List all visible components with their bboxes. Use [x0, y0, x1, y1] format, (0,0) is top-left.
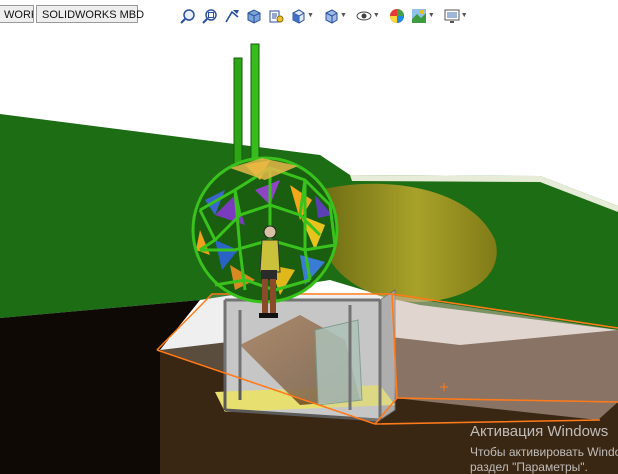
view-orientation-icon[interactable]	[290, 8, 306, 24]
windows-activation-watermark-line: раздел "Параметры".	[470, 460, 588, 474]
chevron-down-icon[interactable]: ▼	[428, 8, 435, 24]
hide-show-items-icon[interactable]	[356, 8, 372, 24]
windows-activation-watermark-line: Чтобы активировать Windo	[470, 445, 618, 459]
zoom-to-fit-icon[interactable]	[180, 8, 196, 24]
dynamic-annotation-icon[interactable]	[268, 8, 284, 24]
heads-up-view-toolbar: ▼ ▼ ▼ ▼ ▼	[180, 7, 471, 25]
chevron-down-icon[interactable]: ▼	[340, 8, 347, 24]
tab-solidworks-mbd[interactable]: SOLIDWORKS MBD	[36, 5, 144, 23]
zoom-to-area-icon[interactable]	[202, 8, 218, 24]
tab-solidworks-addins[interactable]: WORKS	[0, 5, 34, 23]
chevron-down-icon[interactable]: ▼	[307, 8, 314, 24]
previous-view-icon[interactable]	[224, 8, 240, 24]
apply-scene-icon[interactable]	[411, 8, 427, 24]
section-view-icon[interactable]	[246, 8, 262, 24]
view-settings-icon[interactable]	[444, 8, 460, 24]
chevron-down-icon[interactable]: ▼	[461, 8, 468, 24]
windows-activation-watermark-title: Активация Windows	[470, 423, 609, 440]
chevron-down-icon[interactable]: ▼	[373, 8, 380, 24]
edit-appearance-icon[interactable]	[389, 8, 405, 24]
display-style-icon[interactable]	[323, 8, 339, 24]
graphics-area[interactable]	[0, 28, 618, 474]
